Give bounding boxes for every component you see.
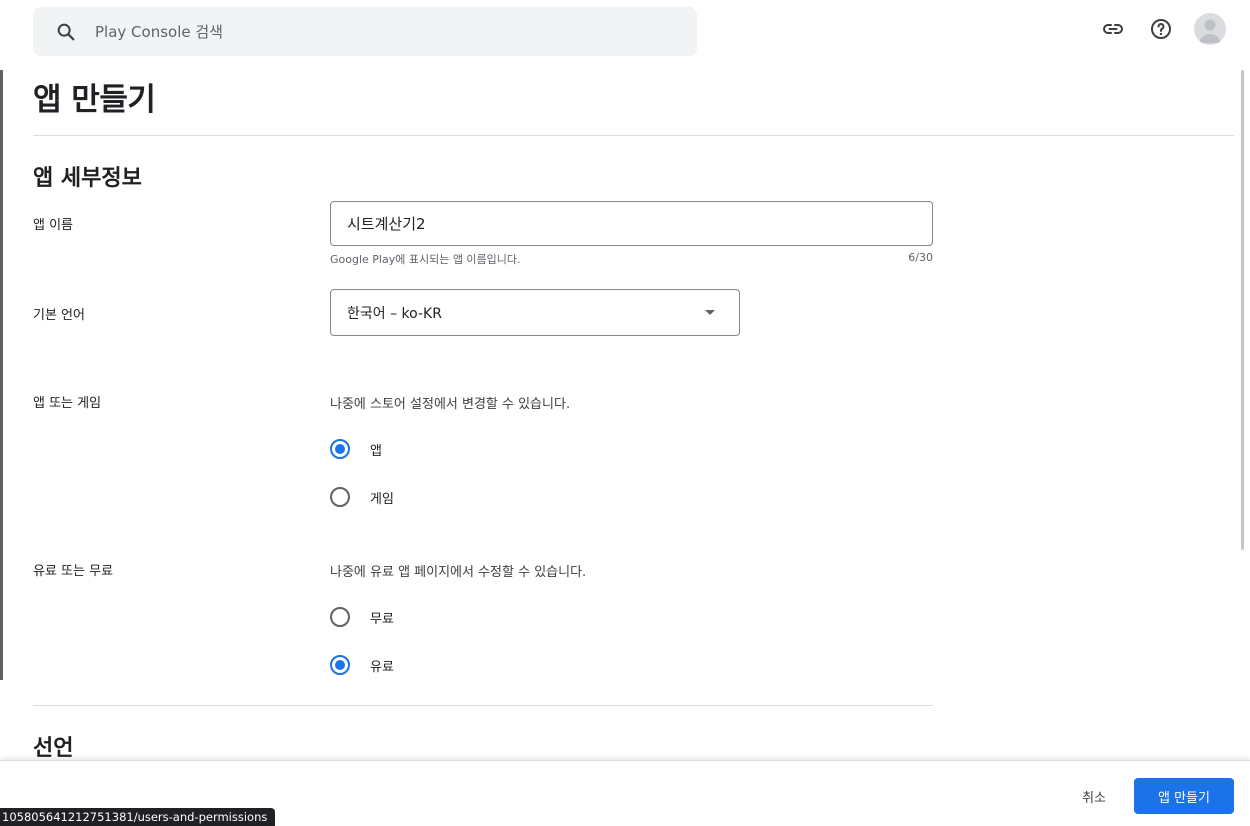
app-name-counter: 6/30 bbox=[908, 251, 933, 264]
radio-unchecked-icon[interactable] bbox=[330, 607, 350, 627]
header-actions bbox=[1098, 13, 1226, 45]
section-title-app-details: 앱 세부정보 bbox=[33, 166, 142, 191]
left-scroll-rail bbox=[0, 70, 3, 680]
section-title-declarations: 선언 bbox=[33, 736, 74, 761]
radio-checked-icon[interactable] bbox=[330, 655, 350, 675]
default-language-value: 한국어 – ko-KR bbox=[347, 305, 442, 322]
app-or-game-hint: 나중에 스토어 설정에서 변경할 수 있습니다. bbox=[330, 397, 571, 412]
radio-label-paid: 유료 bbox=[370, 659, 394, 675]
link-icon bbox=[1103, 24, 1123, 34]
title-divider bbox=[33, 135, 1234, 136]
account-avatar[interactable] bbox=[1194, 13, 1226, 45]
help-icon bbox=[1151, 19, 1171, 39]
free-or-paid-hint: 나중에 유료 앱 페이지에서 수정할 수 있습니다. bbox=[330, 565, 587, 580]
cancel-button[interactable]: 취소 bbox=[1082, 779, 1106, 813]
app-name-input[interactable]: 시트계산기2 bbox=[330, 201, 933, 246]
section-divider bbox=[33, 705, 933, 706]
page-scrollbar[interactable] bbox=[1241, 70, 1244, 550]
search-input[interactable] bbox=[95, 19, 655, 45]
search-bar[interactable] bbox=[33, 7, 697, 56]
radio-option-game[interactable]: 게임 bbox=[330, 487, 394, 507]
create-app-button[interactable]: 앱 만들기 bbox=[1134, 778, 1234, 814]
radio-label-app: 앱 bbox=[370, 443, 382, 459]
status-bar-url: 105805641212751381/users-and-permissions bbox=[0, 808, 276, 826]
radio-unchecked-icon[interactable] bbox=[330, 487, 350, 507]
help-button[interactable] bbox=[1146, 14, 1176, 44]
radio-option-paid[interactable]: 유료 bbox=[330, 655, 394, 675]
radio-option-app[interactable]: 앱 bbox=[330, 439, 382, 459]
radio-option-free[interactable]: 무료 bbox=[330, 607, 394, 627]
link-button[interactable] bbox=[1098, 14, 1128, 44]
radio-label-free: 무료 bbox=[370, 611, 394, 627]
app-or-game-label: 앱 또는 게임 bbox=[33, 396, 102, 411]
dropdown-arrow-icon bbox=[705, 310, 715, 315]
page-title: 앱 만들기 bbox=[33, 82, 156, 118]
search-icon bbox=[57, 23, 75, 41]
radio-label-game: 게임 bbox=[370, 491, 394, 507]
free-or-paid-label: 유료 또는 무료 bbox=[33, 564, 114, 579]
radio-checked-icon[interactable] bbox=[330, 439, 350, 459]
app-name-label: 앱 이름 bbox=[33, 218, 74, 233]
account-avatar-icon bbox=[1199, 19, 1221, 43]
app-name-helper: Google Play에 표시되는 앱 이름입니다. bbox=[330, 253, 521, 266]
app-name-value: 시트계산기2 bbox=[347, 215, 426, 233]
default-language-label: 기본 언어 bbox=[33, 308, 85, 323]
default-language-select[interactable]: 한국어 – ko-KR bbox=[330, 289, 740, 336]
